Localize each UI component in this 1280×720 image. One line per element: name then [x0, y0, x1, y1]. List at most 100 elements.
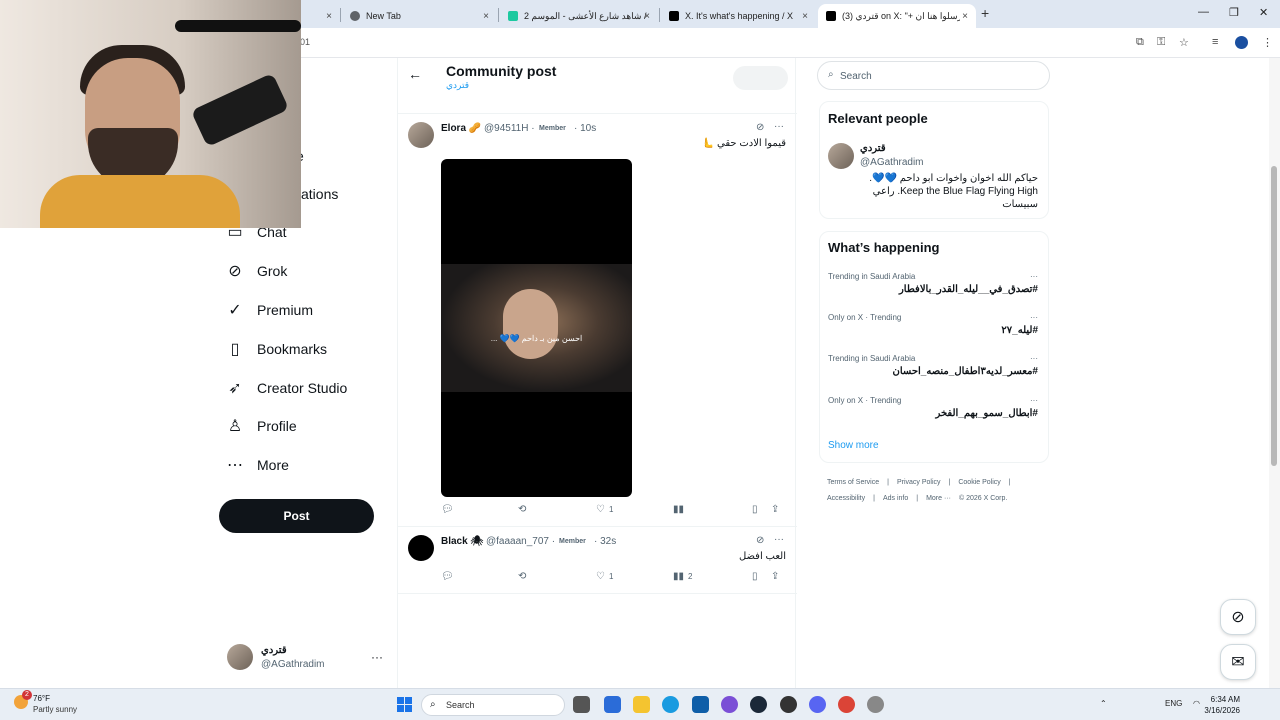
reading-list-icon[interactable]: ≡ — [1212, 36, 1218, 48]
bookmark-star-icon[interactable]: ☆ — [1179, 36, 1189, 49]
trend-item[interactable]: Only on X · Trending ··· #ليله_٢٧ — [828, 313, 1040, 349]
accessibility-link[interactable]: Accessibility — [827, 495, 865, 502]
views-icon[interactable]: ▮▮ — [673, 504, 688, 515]
ads-info-link[interactable]: Ads info — [883, 495, 908, 502]
more-icon[interactable]: ··· — [1030, 272, 1038, 281]
new-tab-button[interactable]: + — [981, 5, 989, 21]
avatar[interactable] — [408, 122, 434, 148]
browser-menu-icon[interactable]: ⋮ — [1262, 36, 1273, 49]
cookie-link[interactable]: Cookie Policy — [958, 479, 1000, 486]
wifi-icon[interactable]: ◠ — [1193, 699, 1200, 708]
cast-icon[interactable]: ⧉ — [1136, 36, 1144, 49]
tab-shahid[interactable]: شاهد شارع الأعشى - الموسم 2 / × — [500, 4, 658, 28]
account-switcher[interactable]: قتردي @AGathradim ··· — [227, 642, 387, 674]
community-name[interactable]: قتردي — [446, 80, 469, 91]
show-more-link[interactable]: Show more — [828, 440, 879, 451]
store-icon[interactable] — [692, 696, 709, 713]
discord-icon[interactable] — [809, 696, 826, 713]
like-icon[interactable]: ♡ 1 — [596, 504, 613, 515]
tweet-author-name[interactable]: Elora 🥜 — [441, 123, 481, 134]
trend-item[interactable]: Trending in Saudi Arabia ··· #تصدق_في__ل… — [828, 272, 1040, 308]
clock[interactable]: 6:34 AM 3/16/2026 — [1200, 694, 1240, 716]
chrome-icon[interactable] — [838, 696, 855, 713]
task-view-icon[interactable] — [573, 696, 590, 713]
settings-icon[interactable] — [867, 696, 884, 713]
tweet-author-handle[interactable]: @faaaan_707 · — [486, 536, 555, 547]
tweet-video[interactable]: احسن مين بـ داحم 💙💙 ... — [441, 159, 632, 497]
tab-close-icon[interactable]: × — [644, 11, 650, 22]
header-action-blurred[interactable] — [733, 66, 788, 90]
footer-more-link[interactable]: More ··· — [926, 495, 951, 502]
tab-close-icon[interactable]: × — [483, 11, 489, 22]
tab-x-post-active[interactable]: (3) قتردي on X: "+ ارسلوا هنا ان... × — [818, 4, 976, 28]
person-name[interactable]: قتردي — [860, 143, 886, 154]
terms-link[interactable]: Terms of Service — [827, 479, 879, 486]
search-input[interactable]: ⌕ Search — [817, 61, 1050, 90]
tray-chevron-icon[interactable]: ⌃ — [1100, 699, 1107, 708]
scrollbar-thumb[interactable] — [1271, 166, 1277, 466]
steam-icon[interactable] — [750, 696, 767, 713]
share-icon[interactable]: ⇪ — [771, 571, 779, 582]
sidebar-item-grok[interactable]: ⊘ Grok — [226, 258, 287, 284]
tab-new-tab[interactable]: New Tab × — [342, 4, 497, 28]
sidebar-item-premium[interactable]: ✓ Premium — [226, 297, 313, 323]
sidebar-item-bookmarks[interactable]: ▯ Bookmarks — [226, 336, 327, 362]
browser-profile-avatar[interactable] — [1235, 36, 1248, 49]
more-icon[interactable]: ··· — [1030, 313, 1038, 322]
sidebar-item-creator-studio[interactable]: ➶ Creator Studio — [226, 375, 347, 401]
close-window-button[interactable]: ✕ — [1259, 6, 1268, 19]
repost-icon[interactable]: ⟲ — [518, 571, 530, 582]
app-icon[interactable] — [604, 696, 621, 713]
tweet-time[interactable]: · 32s — [594, 536, 616, 547]
like-icon[interactable]: ♡ 1 — [596, 571, 613, 582]
more-icon[interactable]: ··· — [774, 534, 784, 545]
trend-item[interactable]: Trending in Saudi Arabia ··· #معسر_لديه٣… — [828, 354, 1040, 390]
tab-close-icon[interactable]: × — [802, 11, 808, 22]
tab-x-home[interactable]: X. It's what's happening / X × — [661, 4, 816, 28]
share-icon[interactable]: ⇪ — [771, 504, 779, 515]
repost-icon[interactable]: ⟲ — [518, 504, 530, 515]
grok-icon[interactable]: ⊘ — [756, 535, 764, 546]
grok-float-button[interactable]: ⊘ — [1220, 599, 1256, 635]
more-icon[interactable]: ··· — [774, 121, 784, 132]
trend-item[interactable]: Only on X · Trending ··· #ابطال_سمو_بهم_… — [828, 396, 1040, 432]
sidebar-item-more[interactable]: ⋯ More — [226, 452, 289, 478]
more-icon[interactable]: ··· — [1030, 396, 1038, 405]
app-icon[interactable] — [780, 696, 797, 713]
back-arrow-icon[interactable]: ← — [408, 66, 422, 82]
scrollbar[interactable] — [1269, 58, 1280, 688]
bookmark-icon[interactable]: ▯ — [752, 504, 758, 515]
edge-icon[interactable] — [662, 696, 679, 713]
more-icon[interactable]: ··· — [371, 650, 383, 664]
url-text[interactable]: 01 — [300, 37, 310, 47]
taskbar-search[interactable]: ⌕ Search — [421, 694, 565, 716]
tab-partial[interactable]: × — [300, 4, 340, 28]
tweet-author-name[interactable]: Black 🕷 — [441, 536, 483, 547]
more-icon[interactable]: ··· — [1030, 354, 1038, 363]
tweet-time[interactable]: · 10s — [574, 123, 596, 134]
app-icon[interactable] — [721, 696, 738, 713]
reply-icon[interactable]: 💬︎ — [441, 571, 458, 582]
tab-close-icon[interactable]: × — [326, 11, 332, 22]
sidebar-item-profile[interactable]: ♙ Profile — [226, 413, 297, 439]
avatar[interactable] — [408, 535, 434, 561]
messages-float-button[interactable]: ✉ — [1220, 644, 1256, 680]
bookmark-icon[interactable]: ▯ — [752, 571, 758, 582]
post-button[interactable]: Post — [219, 499, 374, 533]
privacy-link[interactable]: Privacy Policy — [897, 479, 941, 486]
grok-icon[interactable]: ⊘ — [756, 122, 764, 133]
language-indicator[interactable]: ENG — [1165, 699, 1182, 708]
tweet[interactable]: Elora 🥜 @94511H · Member · 10s ⊘ ··· قيم… — [398, 115, 797, 527]
restore-button[interactable]: ❐ — [1229, 6, 1239, 19]
windows-start-icon[interactable] — [397, 697, 412, 712]
views-icon[interactable]: ▮▮ 2 — [673, 571, 692, 582]
tweet[interactable]: Black 🕷 @faaaan_707 · Member · 32s ⊘ ···… — [398, 528, 797, 594]
tab-close-icon[interactable]: × — [962, 11, 968, 22]
minimize-button[interactable]: — — [1198, 6, 1209, 18]
person-handle[interactable]: @AGathradim — [860, 157, 924, 168]
reply-icon[interactable]: 💬︎ — [441, 504, 458, 515]
weather-widget[interactable]: 2 76°F Partly sunny — [14, 690, 94, 717]
tweet-author-handle[interactable]: @94511H · — [484, 123, 535, 134]
password-key-icon[interactable]: ⚿ — [1157, 36, 1165, 49]
file-explorer-icon[interactable] — [633, 696, 650, 713]
